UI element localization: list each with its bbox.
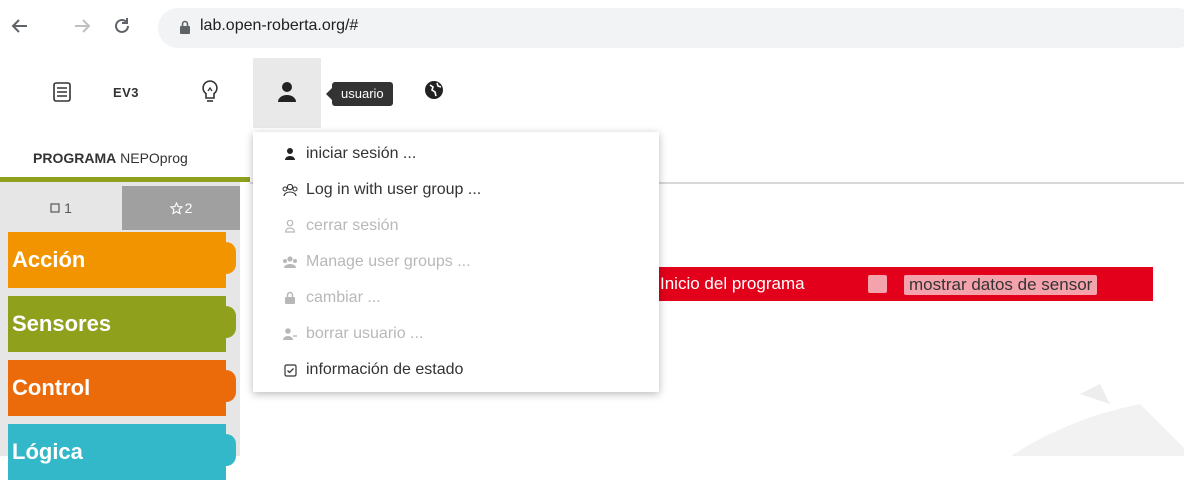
app-toolbar: EV3 (0, 56, 1184, 128)
reload-icon[interactable] (110, 14, 134, 38)
level-2-tab[interactable]: 2 (122, 186, 240, 230)
star-icon (169, 201, 183, 215)
program-name: NEPOprog (120, 150, 188, 166)
menu-item-group-login[interactable]: Log in with user group ... (253, 172, 659, 208)
lock-icon (282, 290, 298, 306)
globe-icon[interactable] (424, 80, 444, 100)
category-logica[interactable]: Lógica (8, 424, 236, 480)
category-control[interactable]: Control (8, 360, 236, 416)
menu-item-label: borrar usuario ... (306, 325, 424, 342)
menu-item-manage-groups[interactable]: Manage user groups ... (253, 244, 659, 280)
menu-item-label: cambiar ... (306, 289, 381, 306)
menu-item-label: Log in with user group ... (306, 181, 482, 198)
square-icon (50, 203, 60, 213)
menu-item-status-info[interactable]: información de estado (253, 352, 659, 388)
sensor-data-label: mostrar datos de sensor (904, 275, 1098, 295)
url-text[interactable]: lab.open-roberta.org/# (200, 17, 358, 35)
menu-item-label: cerrar sesión (306, 217, 399, 234)
menu-item-change[interactable]: cambiar ... (253, 280, 659, 316)
users-icon (282, 254, 298, 270)
tab-program[interactable]: PROGRAMA NEPOprog (0, 140, 250, 180)
user-icon (278, 82, 296, 102)
user-button[interactable] (253, 58, 321, 128)
back-arrow-icon[interactable] (8, 14, 32, 38)
robot-ev3-label[interactable]: EV3 (106, 76, 146, 108)
level-1-label: 1 (64, 200, 72, 216)
browser-toolbar: lab.open-roberta.org/# (0, 0, 1184, 56)
program-tab-label: PROGRAMA (33, 150, 117, 166)
sensor-data-checkbox[interactable] (868, 275, 887, 293)
menu-item-login[interactable]: iniciar sesión ... (253, 136, 659, 172)
user-minus-icon (282, 326, 298, 342)
level-2-label: 2 (184, 200, 193, 216)
level-1-tab[interactable]: 1 (0, 186, 122, 230)
forward-arrow-icon[interactable] (70, 14, 94, 38)
watermark-shape (1011, 384, 1184, 456)
category-accion[interactable]: Acción (8, 232, 236, 288)
user-dropdown-menu: iniciar sesión ... Log in with user grou… (253, 132, 659, 392)
lightbulb-icon[interactable] (198, 76, 222, 108)
category-sensores[interactable]: Sensores (8, 296, 236, 352)
user-icon (282, 146, 298, 162)
lock-icon (180, 20, 190, 34)
user-group-icon (282, 182, 298, 198)
document-icon[interactable] (50, 76, 74, 108)
menu-item-label: información de estado (306, 361, 464, 378)
user-outline-icon (282, 218, 298, 234)
checkbox-icon (282, 362, 298, 378)
menu-item-delete-user[interactable]: borrar usuario ... (253, 316, 659, 352)
user-tooltip: usuario (326, 82, 393, 106)
menu-item-logout[interactable]: cerrar sesión (253, 208, 659, 244)
start-block-label: Inicio del programa (660, 274, 805, 293)
menu-item-label: Manage user groups ... (306, 253, 471, 270)
menu-item-label: iniciar sesión ... (306, 145, 417, 162)
